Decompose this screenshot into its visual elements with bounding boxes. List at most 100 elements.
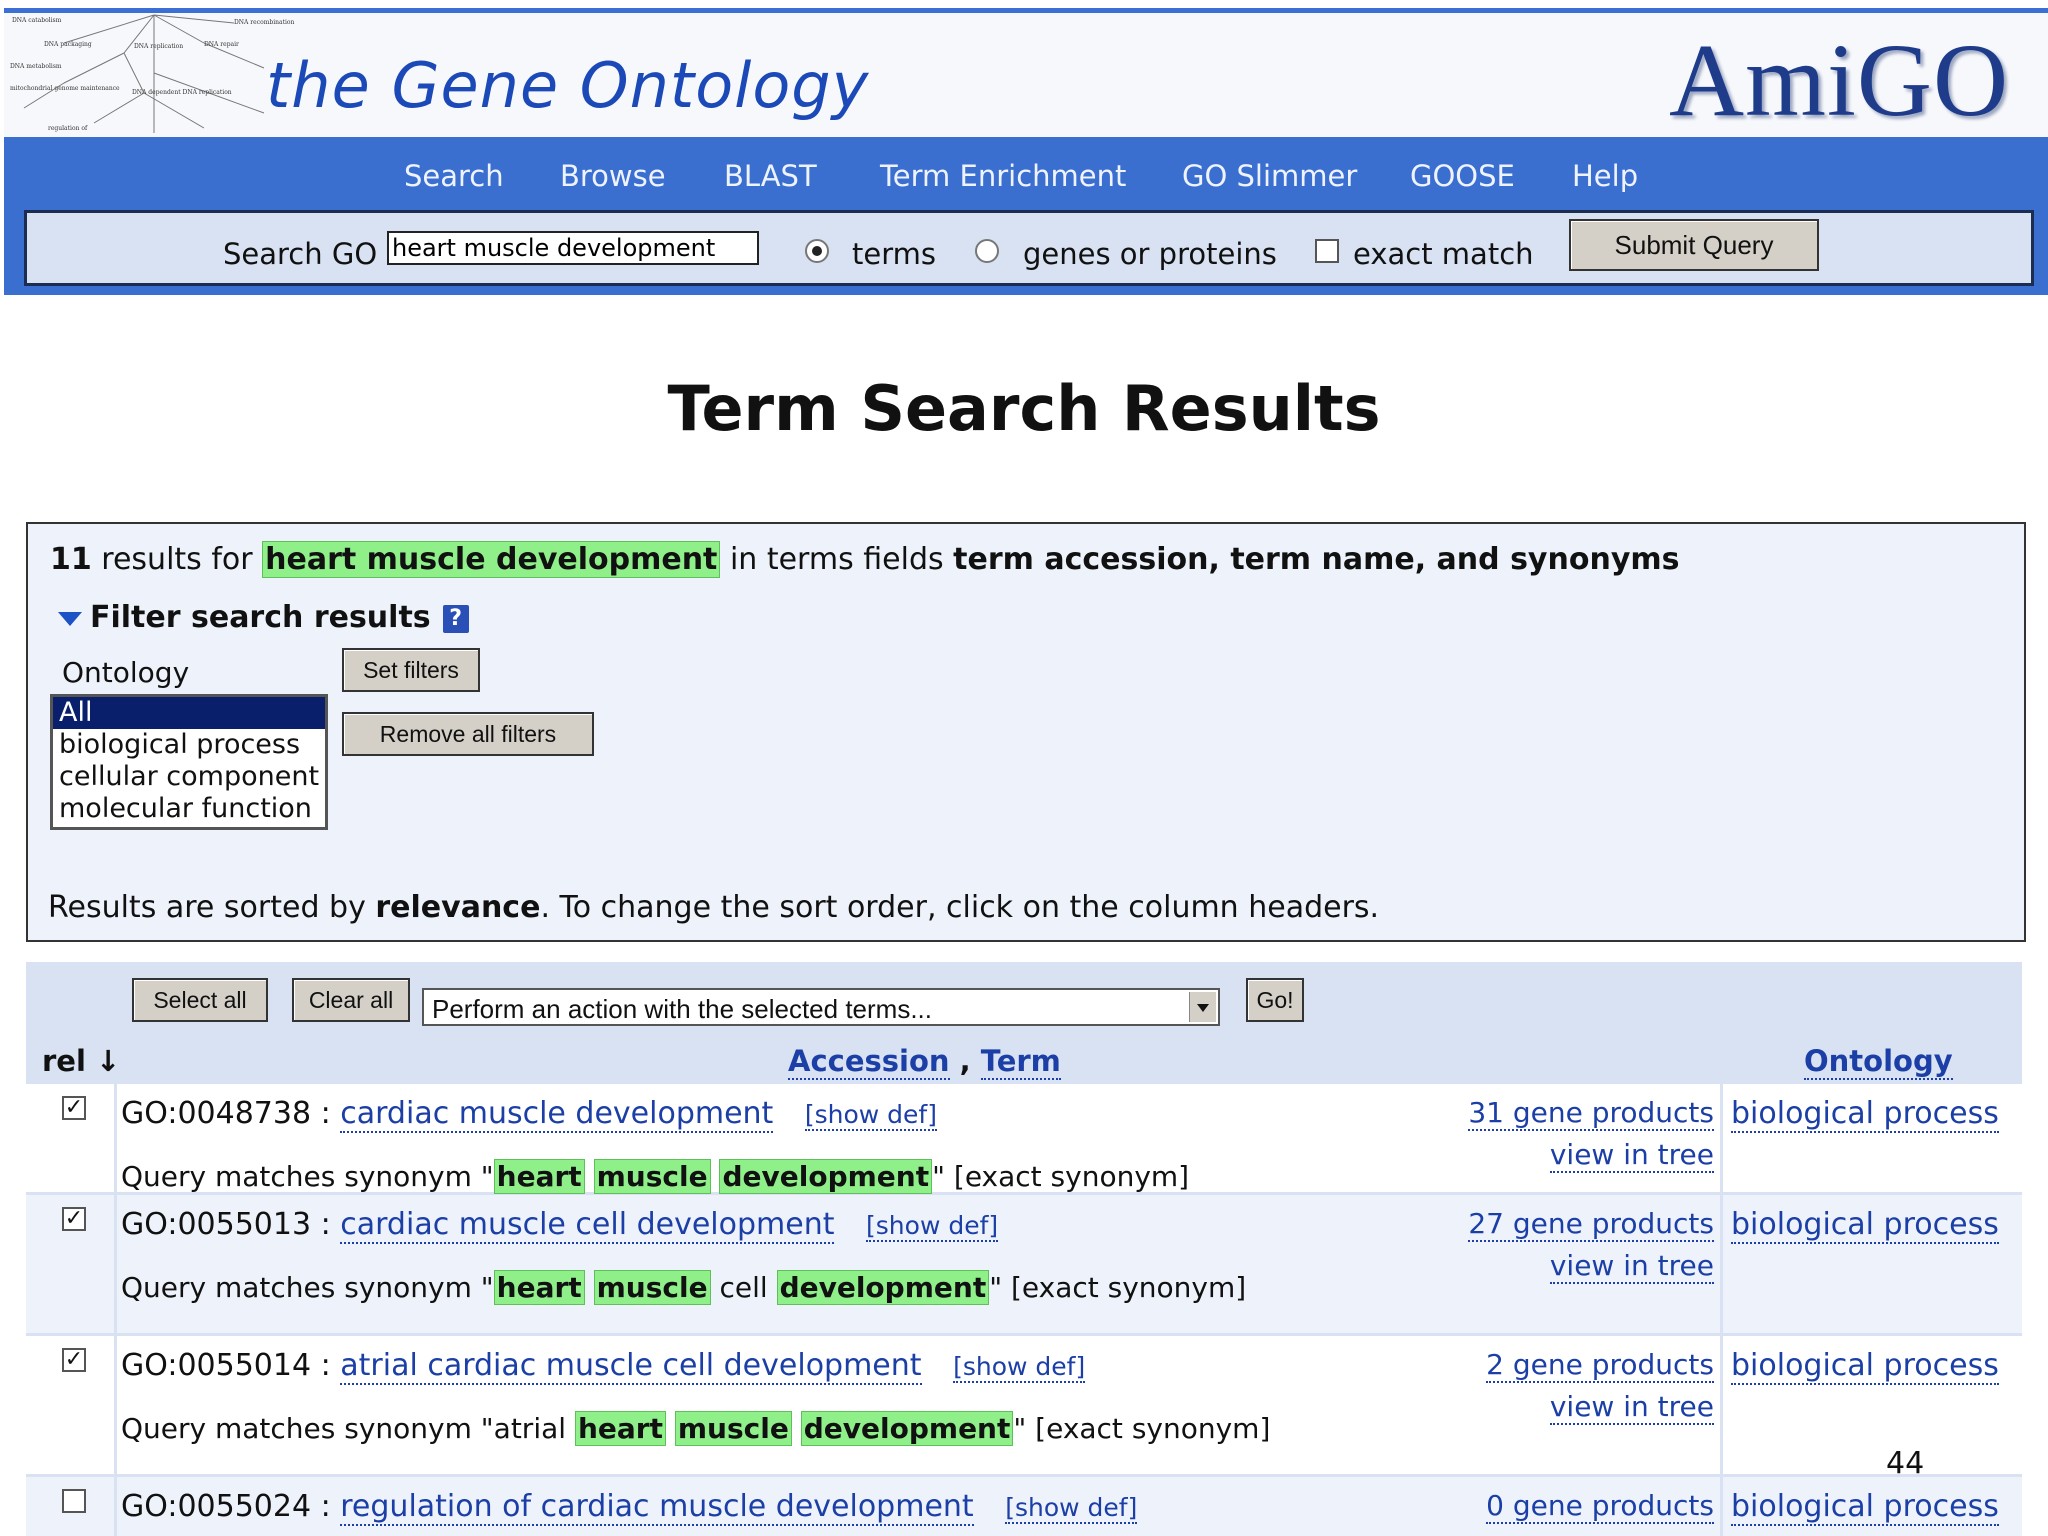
nav-search[interactable]: Search bbox=[404, 159, 504, 193]
ontology-option-bp[interactable]: biological process bbox=[53, 729, 325, 761]
row-select-cell: ✓ bbox=[26, 1084, 117, 1192]
sort-key: relevance bbox=[375, 890, 541, 925]
ontology-listbox[interactable]: All biological process cellular componen… bbox=[50, 694, 328, 830]
tree-label: DNA packaging bbox=[44, 41, 92, 48]
view-in-tree-link[interactable]: view in tree bbox=[1549, 1138, 1714, 1173]
gene-products-link[interactable]: 2 gene products bbox=[1486, 1348, 1714, 1383]
table-row: ✓ GO:0055014 : atrial cardiac muscle cel… bbox=[26, 1336, 2022, 1474]
in-fields-text: in terms fields bbox=[729, 542, 944, 577]
query-highlight: heart muscle development bbox=[262, 541, 721, 578]
set-filters-button[interactable]: Set filters bbox=[342, 648, 480, 692]
match-word: development bbox=[800, 1411, 1014, 1446]
tree-label: mitochondrial genome maintenance bbox=[10, 85, 120, 92]
match-word: muscle bbox=[593, 1270, 711, 1305]
gene-products-link[interactable]: 31 gene products bbox=[1468, 1096, 1714, 1131]
action-select-value: Perform an action with the selected term… bbox=[432, 994, 932, 1024]
terms-radio[interactable] bbox=[805, 239, 829, 263]
row-checkbox[interactable]: ✓ bbox=[62, 1096, 86, 1120]
ontology-column-header[interactable]: Ontology bbox=[1804, 1044, 1953, 1080]
view-tree-cell: view in tree bbox=[1549, 1138, 1714, 1173]
go-accession: GO:0055014 : bbox=[121, 1348, 331, 1383]
ontology-link[interactable]: biological process bbox=[1731, 1489, 1999, 1526]
row-checkbox[interactable] bbox=[62, 1489, 86, 1513]
submit-query-button[interactable]: Submit Query bbox=[1569, 219, 1819, 271]
exact-match-checkbox[interactable] bbox=[1315, 239, 1339, 263]
ontology-option-all[interactable]: All bbox=[53, 697, 325, 729]
row-select-cell: ✓ bbox=[26, 1195, 117, 1333]
clear-all-button[interactable]: Clear all bbox=[292, 978, 410, 1022]
table-row: GO:0055024 : regulation of cardiac muscl… bbox=[26, 1477, 2022, 1536]
term-cell: GO:0055024 : regulation of cardiac muscl… bbox=[117, 1477, 1720, 1536]
go-accession: GO:0055013 : bbox=[121, 1207, 331, 1242]
show-def-link[interactable]: [show def] bbox=[1005, 1493, 1138, 1524]
ontology-cell: biological process bbox=[1723, 1084, 2022, 1192]
nav-browse[interactable]: Browse bbox=[560, 159, 666, 193]
tree-label: DNA dependent DNA replication bbox=[132, 89, 232, 96]
sort-note: Results are sorted by relevance. To chan… bbox=[48, 890, 1379, 925]
ontology-option-cc[interactable]: cellular component bbox=[53, 761, 325, 793]
ontology-link[interactable]: biological process bbox=[1731, 1207, 1999, 1244]
gene-products-link[interactable]: 27 gene products bbox=[1468, 1207, 1714, 1242]
ontology-link[interactable]: biological process bbox=[1731, 1348, 1999, 1385]
navigation-bar: Search Browse BLAST Term Enrichment GO S… bbox=[4, 137, 2048, 295]
term-name-link[interactable]: regulation of cardiac muscle development bbox=[340, 1489, 974, 1526]
go-accession: GO:0048738 : bbox=[121, 1096, 331, 1131]
term-name-link[interactable]: atrial cardiac muscle cell development bbox=[340, 1348, 922, 1385]
site-header: DNA catabolism DNA packaging DNA replica… bbox=[4, 13, 2048, 137]
term-name-link[interactable]: cardiac muscle cell development bbox=[340, 1207, 835, 1244]
go-button[interactable]: Go! bbox=[1246, 978, 1304, 1022]
filter-heading: Filter search results bbox=[90, 600, 431, 635]
view-in-tree-link[interactable]: view in tree bbox=[1549, 1390, 1714, 1425]
term-cell: GO:0048738 : cardiac muscle development … bbox=[117, 1084, 1720, 1194]
remove-filters-button[interactable]: Remove all filters bbox=[342, 712, 594, 756]
row-select-cell: ✓ bbox=[26, 1336, 117, 1474]
ontology-option-mf[interactable]: molecular function bbox=[53, 793, 325, 825]
show-def-link[interactable]: [show def] bbox=[804, 1100, 937, 1131]
nav-goose[interactable]: GOOSE bbox=[1410, 159, 1515, 193]
match-suffix: " [exact synonym] bbox=[989, 1271, 1247, 1304]
row-checkbox[interactable]: ✓ bbox=[62, 1207, 86, 1231]
table-row: ✓ GO:0048738 : cardiac muscle developmen… bbox=[26, 1084, 2022, 1194]
terms-radio-label: terms bbox=[852, 237, 936, 271]
view-tree-cell: view in tree bbox=[1549, 1390, 1714, 1425]
term-column-header[interactable]: Term bbox=[980, 1044, 1061, 1080]
ontology-tree-lines bbox=[23, 14, 265, 133]
nav-go-slimmer[interactable]: GO Slimmer bbox=[1182, 159, 1357, 193]
gene-products-link[interactable]: 0 gene products bbox=[1486, 1489, 1714, 1524]
help-icon[interactable]: ? bbox=[442, 604, 469, 633]
nav-term-enrichment[interactable]: Term Enrichment bbox=[880, 159, 1126, 193]
show-def-link[interactable]: [show def] bbox=[953, 1352, 1086, 1383]
amigo-logo[interactable]: AmiGO bbox=[1669, 21, 2009, 137]
action-select[interactable]: Perform an action with the selected term… bbox=[422, 988, 1220, 1026]
match-prefix: Query matches synonym "atrial bbox=[121, 1412, 575, 1445]
synonym-match: Query matches synonym " heart muscle deve… bbox=[121, 1159, 1189, 1194]
genes-radio[interactable] bbox=[975, 239, 999, 263]
ontology-link[interactable]: biological process bbox=[1731, 1096, 1999, 1133]
search-input[interactable] bbox=[387, 231, 759, 265]
results-summary-panel: 11 results for heart muscle development … bbox=[26, 522, 2026, 942]
term-name-link[interactable]: cardiac muscle development bbox=[340, 1096, 774, 1133]
page-title: Term Search Results bbox=[667, 372, 1381, 445]
show-def-link[interactable]: [show def] bbox=[866, 1211, 999, 1242]
result-count: 11 bbox=[50, 542, 92, 577]
nav-help[interactable]: Help bbox=[1572, 159, 1638, 193]
dropdown-arrow-icon[interactable] bbox=[1189, 992, 1216, 1022]
term-line: GO:0055013 : cardiac muscle cell develop… bbox=[121, 1207, 999, 1244]
nav-blast[interactable]: BLAST bbox=[724, 159, 817, 193]
select-all-button[interactable]: Select all bbox=[132, 978, 268, 1022]
rel-column-header[interactable]: rel ↓ bbox=[42, 1044, 120, 1078]
match-suffix: " [exact synonym] bbox=[1013, 1412, 1271, 1445]
ontology-tree-graphic: DNA catabolism DNA packaging DNA replica… bbox=[4, 13, 294, 137]
go-accession: GO:0055024 : bbox=[121, 1489, 331, 1524]
gene-products-cell: 31 gene products bbox=[1468, 1096, 1714, 1131]
collapse-triangle-icon[interactable] bbox=[58, 611, 82, 626]
filter-toggle[interactable]: Filter search results? bbox=[58, 600, 469, 635]
site-title[interactable]: the Gene Ontology bbox=[266, 49, 869, 122]
row-checkbox[interactable]: ✓ bbox=[62, 1348, 86, 1372]
view-tree-cell: view in tree bbox=[1549, 1249, 1714, 1284]
view-in-tree-link[interactable]: view in tree bbox=[1549, 1249, 1714, 1284]
tree-label: DNA catabolism bbox=[12, 17, 62, 24]
tree-label: regulation of bbox=[48, 125, 88, 132]
ontology-cell: biological process bbox=[1723, 1336, 2022, 1474]
accession-column-header[interactable]: Accession bbox=[788, 1044, 950, 1080]
